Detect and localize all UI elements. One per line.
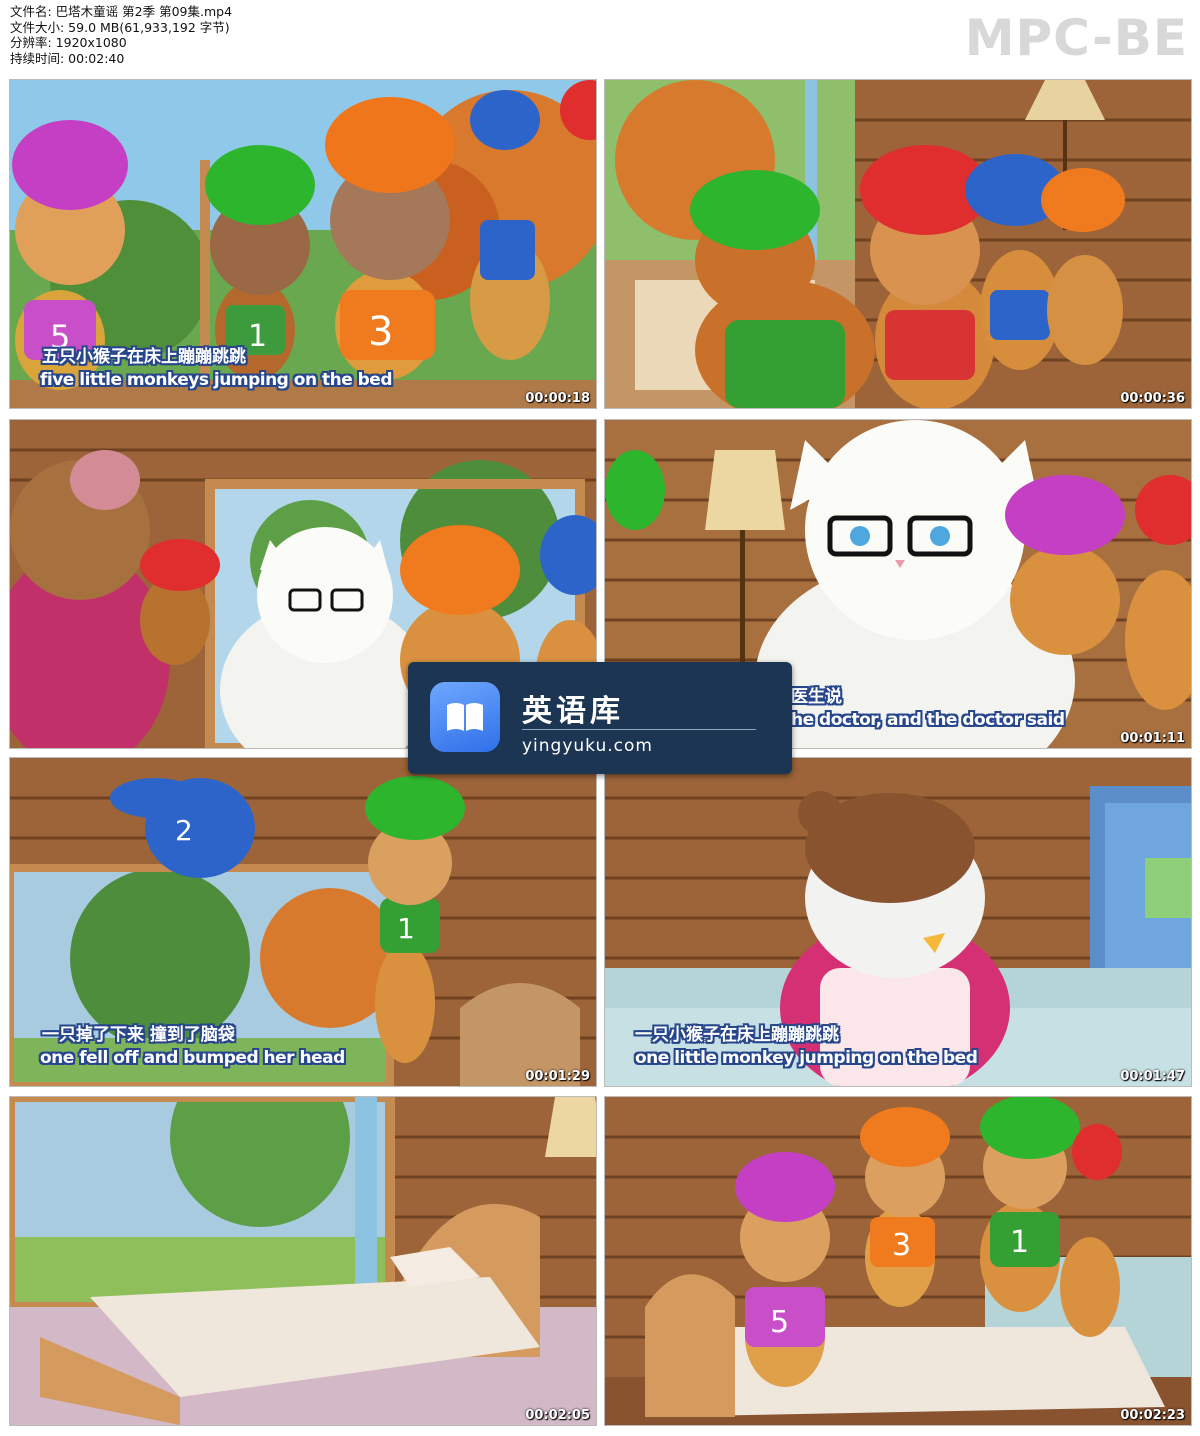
frame-image: 5 3 1 <box>605 1097 1191 1425</box>
frame-image <box>10 1097 596 1425</box>
player-brand-logo: MPC-BE <box>964 9 1188 67</box>
file-resolution: 分辨率: 1920x1080 <box>10 35 127 50</box>
timestamp: 00:01:29 <box>525 1069 590 1084</box>
subtitle-chinese: 五只小猴子在床上蹦蹦跳跳 <box>42 347 246 367</box>
file-info: 文件名: 巴塔木童谣 第2季 第09集.mp4 文件大小: 59.0 MB(61… <box>10 4 232 66</box>
svg-text:1: 1 <box>248 319 267 354</box>
watermark-divider <box>522 729 756 730</box>
timestamp: 00:00:36 <box>1120 391 1185 406</box>
subtitle-chinese: 一只掉了下来 撞到了脑袋 <box>42 1025 235 1045</box>
open-book-icon <box>430 682 500 752</box>
subtitle-chinese: 医生说 <box>791 687 842 707</box>
svg-text:3: 3 <box>892 1228 911 1263</box>
watermark-url: yingyuku.com <box>522 736 653 756</box>
svg-text:5: 5 <box>770 1305 789 1340</box>
watermark-title: 英语库 <box>522 694 624 729</box>
timestamp: 00:02:05 <box>525 1408 590 1423</box>
thumbnail-6[interactable]: 一只小猴子在床上蹦蹦跳跳 one little monkey jumping o… <box>605 758 1191 1086</box>
timestamp: 00:00:18 <box>525 391 590 406</box>
svg-text:1: 1 <box>397 912 415 945</box>
subtitle-english: he doctor, and the doctor said <box>791 710 1065 730</box>
subtitle-english: one little monkey jumping on the bed <box>635 1048 978 1068</box>
subtitle-english: five little monkeys jumping on the bed <box>40 370 393 390</box>
file-size: 文件大小: 59.0 MB(61,933,192 字节) <box>10 19 230 35</box>
thumbnail-8[interactable]: 5 3 1 00:02:23 <box>605 1097 1191 1425</box>
timestamp: 00:02:23 <box>1120 1408 1185 1423</box>
svg-text:2: 2 <box>175 814 193 847</box>
timestamp: 00:01:47 <box>1120 1069 1185 1084</box>
frame-image <box>605 80 1191 408</box>
file-name: 文件名: 巴塔木童谣 第2季 第09集.mp4 <box>10 4 233 19</box>
file-duration: 持续时间: 00:02:40 <box>10 50 125 66</box>
thumbnail-1[interactable]: 5 1 3 五只小猴子在床上蹦蹦跳跳 five little monkeys j… <box>10 80 596 408</box>
thumbnail-5[interactable]: 2 1 一只掉了下来 撞到了脑袋 one fell off and bumped… <box>10 758 596 1086</box>
svg-text:1: 1 <box>1010 1225 1029 1260</box>
subtitle-chinese: 一只小猴子在床上蹦蹦跳跳 <box>635 1025 839 1045</box>
watermark-banner: 英语库 yingyuku.com <box>408 662 792 774</box>
thumbnail-2[interactable]: 00:00:36 <box>605 80 1191 408</box>
svg-text:3: 3 <box>368 309 393 355</box>
thumbnail-7[interactable]: 00:02:05 <box>10 1097 596 1425</box>
subtitle-english: one fell off and bumped her head <box>40 1048 345 1068</box>
timestamp: 00:01:11 <box>1120 731 1185 746</box>
